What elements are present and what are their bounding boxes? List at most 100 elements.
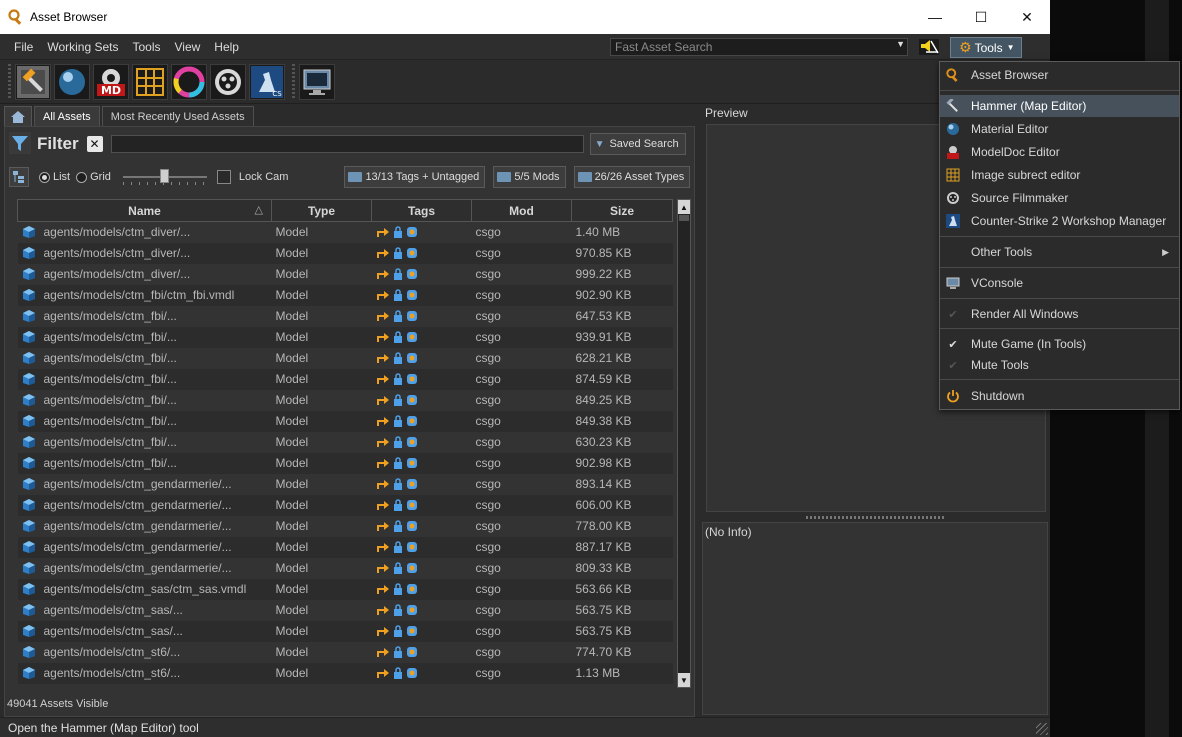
mute-speaker-icon[interactable] <box>918 38 940 56</box>
saved-search-button[interactable]: ▼ Saved Search <box>589 133 686 155</box>
asset-name: agents/models/ctm_fbi/... <box>22 393 272 407</box>
menu-item-vconsole[interactable]: VConsole <box>940 272 1179 294</box>
home-icon[interactable] <box>4 106 32 126</box>
vconsole-icon[interactable] <box>299 63 335 100</box>
table-row[interactable]: agents/models/ctm_st6/... Model csgo 774… <box>17 641 673 663</box>
table-row[interactable]: agents/models/ctm_gendarmerie/... Model … <box>17 473 673 495</box>
minimize-button[interactable]: — <box>912 0 958 34</box>
col-header-name[interactable]: Name △ <box>17 199 272 222</box>
arrow-up-right-icon <box>376 354 389 363</box>
menu-item-mute-game[interactable]: ✔ Mute Game (In Tools) <box>940 333 1179 355</box>
scroll-up-icon[interactable]: ▲ <box>678 200 690 214</box>
menu-help[interactable]: Help <box>207 40 246 54</box>
table-row[interactable]: agents/models/ctm_gendarmerie/... Model … <box>17 536 673 558</box>
lock-icon <box>393 373 402 385</box>
menu-item-image-subrect[interactable]: Image subrect editor <box>940 164 1179 186</box>
table-row[interactable]: agents/models/ctm_fbi/... Model csgo 849… <box>17 410 673 432</box>
resize-grip-icon[interactable] <box>1036 723 1048 735</box>
table-row[interactable]: agents/models/ctm_sas/... Model csgo 563… <box>17 620 673 642</box>
cell-type: Model <box>271 662 372 684</box>
menu-file[interactable]: File <box>0 40 40 54</box>
table-row[interactable]: agents/models/ctm_sas/... Model csgo 563… <box>17 599 673 621</box>
thumbnail-size-slider[interactable] <box>122 167 207 187</box>
table-row[interactable]: agents/models/ctm_fbi/... Model csgo 647… <box>17 305 673 327</box>
table-row[interactable]: agents/models/ctm_fbi/ctm_fbi.vmdl Model… <box>17 284 673 306</box>
table-row[interactable]: agents/models/ctm_gendarmerie/... Model … <box>17 557 673 579</box>
table-scrollbar[interactable]: ▲ ▼ <box>677 199 691 688</box>
menu-item-shutdown[interactable]: Shutdown <box>940 385 1179 407</box>
filter-input[interactable] <box>110 135 584 153</box>
menu-working-sets[interactable]: Working Sets <box>40 40 125 54</box>
cell-name: agents/models/ctm_gendarmerie/... <box>17 473 272 495</box>
cell-size: 999.22 KB <box>571 263 673 285</box>
maximize-button[interactable]: ☐ <box>958 0 1004 34</box>
menu-tools[interactable]: Tools <box>125 40 167 54</box>
arrow-up-right-icon <box>376 438 389 447</box>
badge-icon <box>406 542 417 552</box>
source-filmmaker-icon[interactable] <box>210 63 246 100</box>
list-radio[interactable]: List <box>39 171 76 183</box>
cell-name: agents/models/ctm_gendarmerie/... <box>17 557 272 579</box>
col-header-tags[interactable]: Tags <box>371 199 472 222</box>
menu-item-hammer[interactable]: Hammer (Map Editor) <box>940 95 1179 117</box>
model-cube-icon <box>22 583 35 595</box>
col-header-mod[interactable]: Mod <box>471 199 572 222</box>
arrow-up-right-icon <box>376 480 389 489</box>
fast-asset-search-input[interactable]: Fast Asset Search ▼ <box>610 38 908 56</box>
color-wheel-icon[interactable] <box>171 63 207 100</box>
table-row[interactable]: agents/models/ctm_fbi/... Model csgo 874… <box>17 368 673 390</box>
menu-item-render-all-windows[interactable]: ✔ Render All Windows <box>940 303 1179 325</box>
grid-radio[interactable]: Grid <box>76 171 117 183</box>
table-row[interactable]: agents/models/ctm_fbi/... Model csgo 902… <box>17 452 673 474</box>
table-row[interactable]: agents/models/ctm_fbi/... Model csgo 849… <box>17 389 673 411</box>
mods-filter-button[interactable]: 5/5 Mods <box>493 166 566 188</box>
lock-cam-checkbox[interactable] <box>216 170 231 184</box>
menu-item-asset-browser[interactable]: Asset Browser <box>940 64 1179 86</box>
cell-mod: csgo <box>471 452 572 474</box>
tools-menu-button[interactable]: ⚙ Tools ▼ <box>950 37 1022 58</box>
tree-view-icon[interactable] <box>9 167 29 187</box>
close-button[interactable]: ✕ <box>1004 0 1050 34</box>
list-radio-dot[interactable] <box>39 171 50 183</box>
table-row[interactable]: agents/models/ctm_sas/ctm_sas.vmdl Model… <box>17 578 673 600</box>
menu-item-cs2-workshop[interactable]: Counter-Strike 2 Workshop Manager <box>940 210 1179 232</box>
clear-filter-icon[interactable]: ✕ <box>86 136 103 152</box>
scroll-thumb[interactable] <box>679 215 689 221</box>
table-row[interactable]: agents/models/ctm_fbi/... Model csgo 628… <box>17 347 673 369</box>
slider-handle[interactable] <box>160 169 170 183</box>
menu-item-source-filmmaker[interactable]: Source Filmmaker <box>940 187 1179 209</box>
tab-all-assets[interactable]: All Assets <box>34 106 100 126</box>
table-row[interactable]: agents/models/ctm_diver/... Model csgo 1… <box>17 221 673 243</box>
menu-separator <box>940 90 1179 91</box>
chevron-down-icon[interactable]: ▼ <box>896 39 905 49</box>
col-header-type[interactable]: Type <box>271 199 372 222</box>
modeldoc-editor-icon[interactable]: MD <box>93 63 129 100</box>
splitter-handle[interactable] <box>806 516 946 519</box>
table-row[interactable]: agents/models/ctm_fbi/... Model csgo 630… <box>17 431 673 453</box>
tab-most-recently-used[interactable]: Most Recently Used Assets <box>101 106 254 126</box>
grid-radio-dot[interactable] <box>76 171 88 183</box>
hammer-tool-icon[interactable] <box>15 63 51 100</box>
asset-types-filter-button[interactable]: 26/26 Asset Types <box>573 166 691 188</box>
cs2-workshop-icon[interactable]: CS <box>249 63 285 100</box>
menu-view[interactable]: View <box>168 40 208 54</box>
asset-name: agents/models/ctm_fbi/... <box>22 309 272 323</box>
asset-name: agents/models/ctm_fbi/... <box>22 414 272 428</box>
table-row[interactable]: agents/models/ctm_gendarmerie/... Model … <box>17 494 673 516</box>
tags-filter-button[interactable]: 13/13 Tags + Untagged <box>344 166 486 188</box>
menu-item-label: Counter-Strike 2 Workshop Manager <box>971 214 1167 228</box>
table-row[interactable]: agents/models/ctm_diver/... Model csgo 9… <box>17 263 673 285</box>
table-row[interactable]: agents/models/ctm_fbi/... Model csgo 939… <box>17 326 673 348</box>
col-header-size[interactable]: Size <box>571 199 673 222</box>
menu-item-modeldoc[interactable]: ModelDoc Editor <box>940 141 1179 163</box>
material-editor-icon[interactable] <box>54 63 90 100</box>
model-cube-icon <box>22 478 35 490</box>
menu-item-material-editor[interactable]: Material Editor <box>940 118 1179 140</box>
table-row[interactable]: agents/models/ctm_gendarmerie/... Model … <box>17 515 673 537</box>
image-subrect-editor-icon[interactable] <box>132 63 168 100</box>
scroll-down-icon[interactable]: ▼ <box>678 673 690 687</box>
table-row[interactable]: agents/models/ctm_diver/... Model csgo 9… <box>17 242 673 264</box>
table-row[interactable]: agents/models/ctm_st6/... Model csgo 1.1… <box>17 662 673 684</box>
menu-item-mute-tools[interactable]: ✔ Mute Tools <box>940 354 1179 376</box>
menu-item-other-tools[interactable]: Other Tools ▶ <box>940 241 1179 263</box>
